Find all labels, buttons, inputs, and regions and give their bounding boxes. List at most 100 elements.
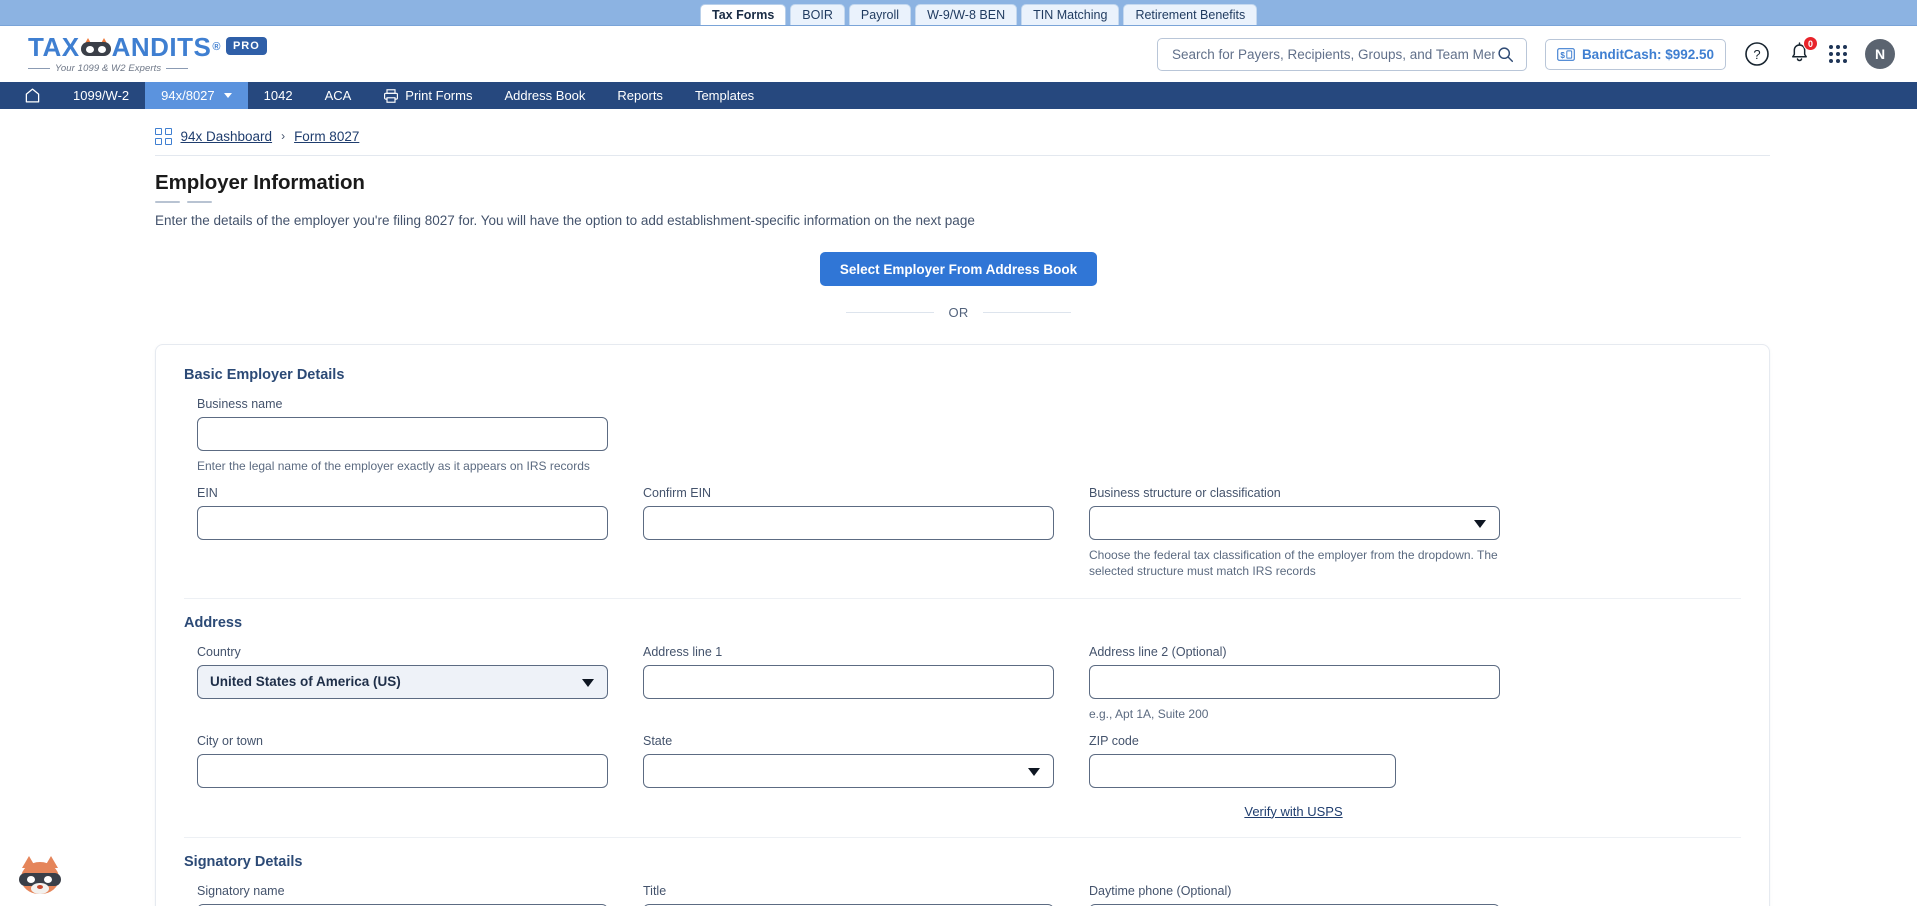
ein-row: EIN Confirm EIN Business structure or cl… [184,486,1741,579]
nav-item-94x-8027[interactable]: 94x/8027 [145,82,248,109]
signatory-row: Signatory name Title Daytime phone (Opti… [184,884,1741,906]
svg-text:$: $ [1560,50,1565,59]
daytime-phone-label: Daytime phone (Optional) [1089,883,1232,898]
tab-payroll[interactable]: Payroll [848,4,912,25]
country-label: Country [197,644,241,659]
address-line2-label: Address line 2 (Optional) [1089,644,1227,659]
chevron-down-icon [223,93,232,98]
business-name-field: Business name Enter the legal name of th… [184,397,608,474]
tab-boir[interactable]: BOIR [790,4,845,25]
nav-item-1042[interactable]: 1042 [248,82,309,109]
nav-item-templates[interactable]: Templates [679,82,770,109]
tab-tax-forms[interactable]: Tax Forms [700,4,787,25]
help-icon[interactable]: ? [1744,41,1770,67]
section-title-basic-employer-details: Basic Employer Details [184,367,345,383]
section-divider-2 [184,836,1741,838]
logo-tagline: Your 1099 & W2 Experts [28,63,221,74]
country-field: Country United States of America (US) [184,645,608,722]
business-name-label: Business name [197,397,283,411]
nav-item-94x-8027-label: 94x/8027 [161,88,215,103]
page-body: 94x Dashboard › Form 8027 Employer Infor… [0,109,1917,906]
city-input[interactable] [197,753,608,788]
address-line1-label: Address line 1 [643,644,723,659]
address-line2-hint: e.g., Apt 1A, Suite 200 [1089,706,1209,721]
state-field: State [630,734,1054,819]
tab-tin-matching[interactable]: TIN Matching [1021,4,1120,25]
nav-item-reports[interactable]: Reports [601,82,679,109]
business-structure-select[interactable] [1089,506,1500,541]
raccoon-mascot-chat-icon[interactable] [18,856,62,896]
breadcrumb-divider [155,154,1770,156]
logo-text-tax: TAX [28,32,80,62]
header-actions: $ BanditCash: $992.50 ? 0 N [1156,36,1895,71]
zip-field: ZIP code Verify with USPS [1076,734,1500,819]
confirm-ein-field: Confirm EIN [630,486,1054,579]
zip-label: ZIP code [1089,733,1139,748]
state-label: State [643,733,673,748]
breadcrumb-link-form-8027[interactable]: Form 8027 [294,129,359,144]
confirm-ein-input[interactable] [643,506,1054,541]
logo-tagline-text: Your 1099 & W2 Experts [55,63,162,74]
svg-text:?: ? [1753,47,1760,62]
city-label: City or town [197,733,263,748]
nav-item-home[interactable] [12,82,57,109]
taxbandits-logo[interactable]: TAX ANDITS ® Your 1099 & W2 Experts PRO [28,34,267,74]
logo-wordmark: TAX ANDITS ® [28,34,221,60]
pro-badge: PRO [225,37,267,55]
address-line1-field: Address line 1 [630,645,1054,722]
page-heading-block: Employer Information Enter the details o… [0,171,1917,228]
section-title-signatory-details: Signatory Details [184,853,303,870]
money-icon: $ [1557,47,1575,61]
bandit-cash-button[interactable]: $ BanditCash: $992.50 [1544,38,1726,70]
title-label: Title [643,883,667,898]
select-employer-from-address-book-button[interactable]: Select Employer From Address Book [819,252,1098,286]
avatar[interactable]: N [1865,39,1895,69]
state-select[interactable] [643,753,1054,788]
or-label: OR [948,305,969,320]
main-navigation: 1099/W-2 94x/8027 1042 ACA Print Forms A… [0,82,1917,109]
tab-retirement-benefits[interactable]: Retirement Benefits [1123,4,1258,25]
chevron-down-icon [582,678,594,687]
notifications-bell-icon[interactable]: 0 [1788,36,1818,66]
daytime-phone-field: Daytime phone (Optional) [1076,884,1500,906]
city-field: City or town [184,734,608,819]
ein-input[interactable] [197,506,608,541]
ein-label: EIN [197,486,218,501]
page-subtitle: Enter the details of the employer you're… [155,213,975,228]
breadcrumb: 94x Dashboard › Form 8027 [0,109,1917,145]
apps-grid-icon[interactable] [1829,45,1847,63]
nav-item-aca[interactable]: ACA [309,82,368,109]
address-line2-field: Address line 2 (Optional) e.g., Apt 1A, … [1076,645,1500,722]
business-name-input[interactable] [197,417,608,451]
or-divider: OR [0,305,1917,320]
search-icon[interactable] [1497,46,1514,63]
zip-input[interactable] [1089,753,1396,788]
business-name-hint: Enter the legal name of the employer exa… [197,459,590,473]
nav-item-address-book[interactable]: Address Book [488,82,601,109]
search-input[interactable] [1169,45,1497,63]
select-employer-row: Select Employer From Address Book [0,252,1917,286]
printer-icon [383,88,399,104]
confirm-ein-label: Confirm EIN [643,486,712,501]
logo-text-andits: ANDITS [111,32,212,62]
address-line1-input[interactable] [643,664,1054,699]
address-row-1: Country United States of America (US) Ad… [184,645,1741,722]
business-structure-field: Business structure or classification Cho… [1076,486,1500,579]
business-structure-label: Business structure or classification [1089,486,1281,501]
address-line2-input[interactable] [1089,664,1500,699]
nav-item-1099-w2[interactable]: 1099/W-2 [57,82,145,109]
app-header: TAX ANDITS ® Your 1099 & W2 Experts PRO [0,26,1917,82]
nav-item-print-forms[interactable]: Print Forms [367,82,488,109]
title-accent [155,200,1917,203]
registered-mark: ® [212,40,221,53]
dashboard-grid-icon[interactable] [155,128,172,145]
breadcrumb-link-94x-dashboard[interactable]: 94x Dashboard [181,129,273,144]
country-value: United States of America (US) [210,674,401,690]
ein-field: EIN [184,486,608,579]
verify-with-usps-link[interactable]: Verify with USPS [1244,788,1342,819]
search-box[interactable] [1156,37,1527,71]
country-select[interactable]: United States of America (US) [197,664,608,699]
signatory-name-label: Signatory name [197,883,285,898]
tab-w9-w8-ben[interactable]: W-9/W-8 BEN [915,4,1018,25]
employer-form-card: Basic Employer Details Business name Ent… [155,344,1770,906]
